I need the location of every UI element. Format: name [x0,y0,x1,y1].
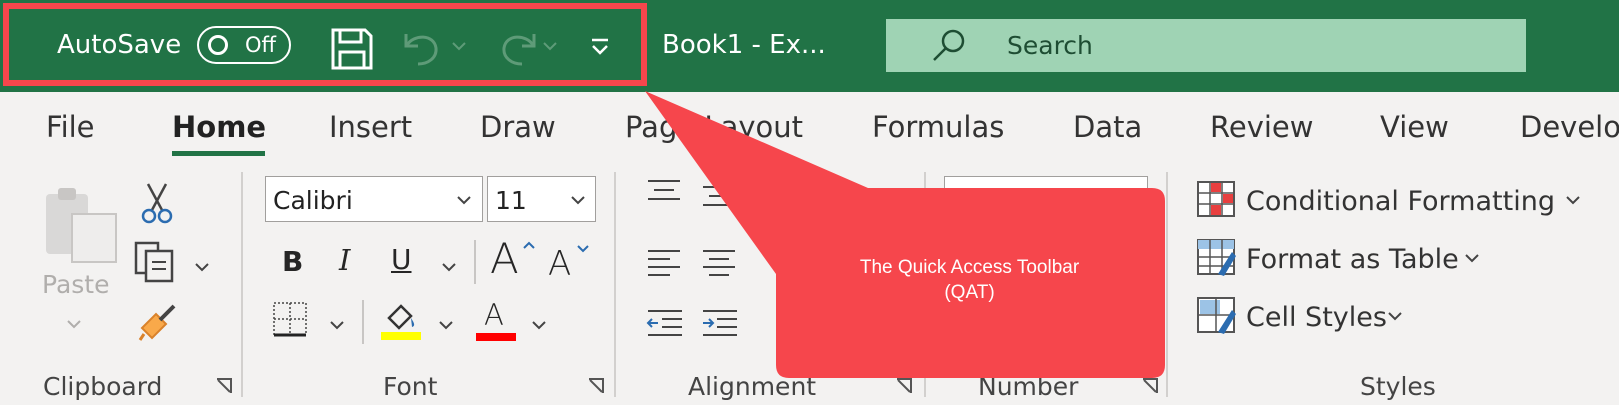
callout-line-1: The Quick Access Toolbar [859,257,1080,278]
callout-line-2: (QAT) [944,282,995,303]
callout-text: The Quick Access Toolbar (QAT) [776,255,1163,305]
qat-callout [645,91,1165,378]
